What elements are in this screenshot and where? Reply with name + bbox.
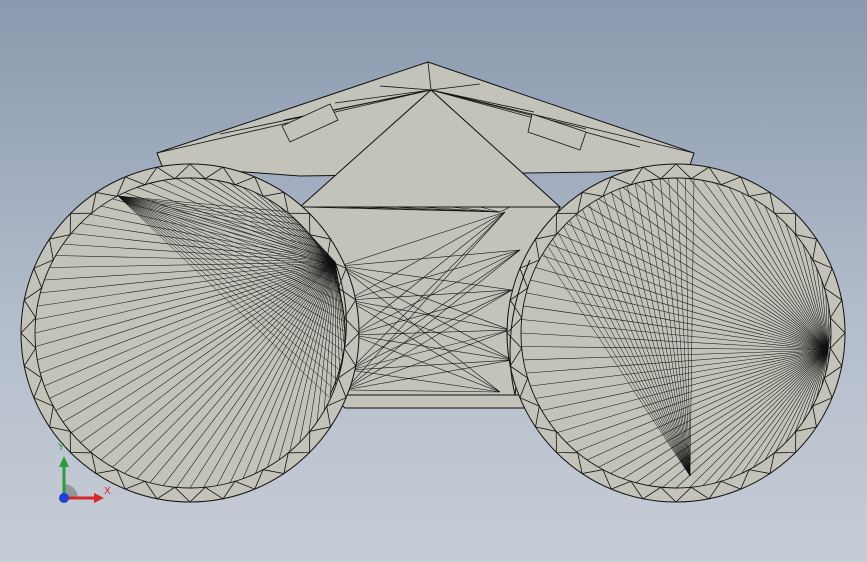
x-axis-label: X [104, 486, 111, 497]
3d-viewport[interactable]: X Y [0, 0, 867, 562]
right-wheel [506, 163, 846, 503]
mesh-model [20, 61, 846, 503]
y-axis-label: Y [58, 442, 65, 453]
bottom-plate [328, 394, 542, 409]
